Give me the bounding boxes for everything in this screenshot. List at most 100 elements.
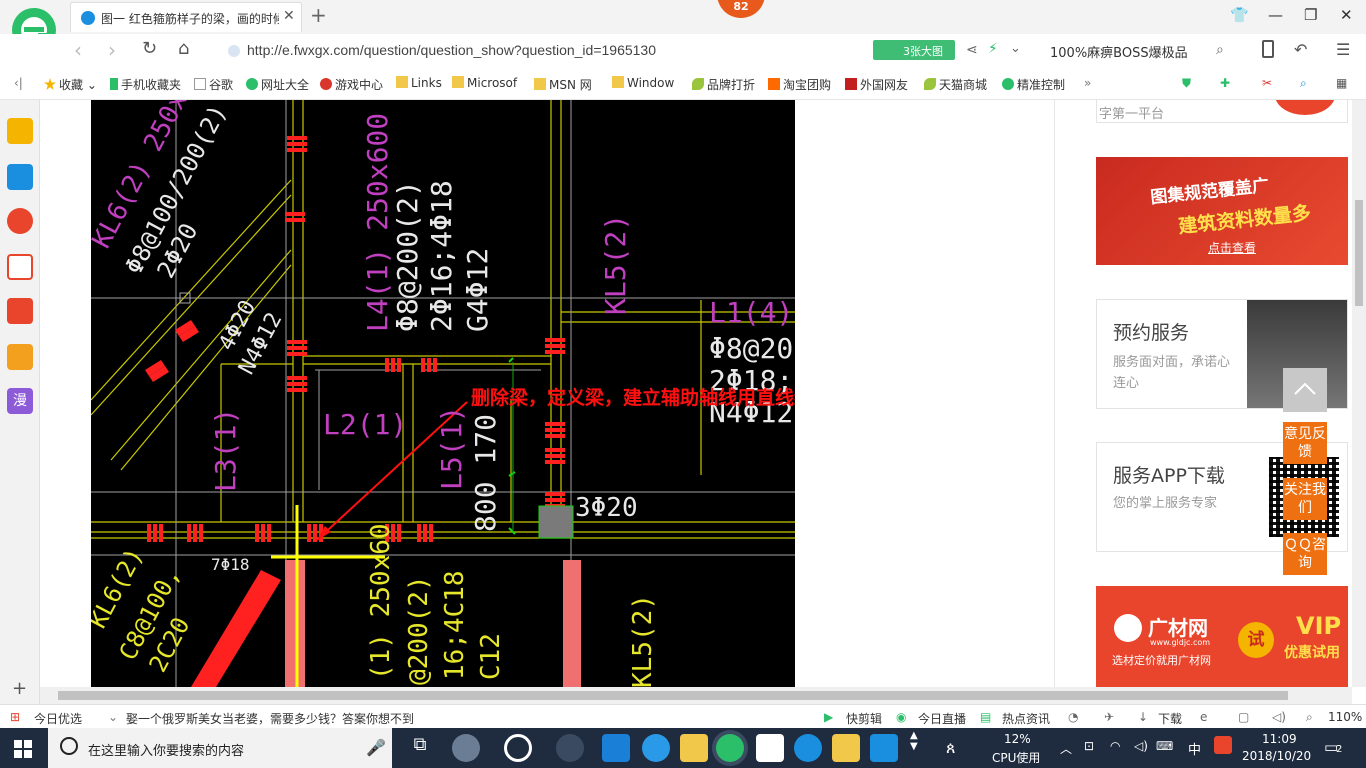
hot-news-icon[interactable]: ▤ <box>980 710 991 724</box>
undo-icon[interactable]: ↶ <box>1294 40 1307 59</box>
atlas-banner[interactable]: 图集规范覆盖广 建筑资料数量多 点击查看 <box>1096 157 1348 265</box>
favorites-star-icon[interactable] <box>7 118 33 144</box>
chevron-down-icon[interactable]: ⌄ <box>1010 41 1021 56</box>
ie-mode-icon[interactable]: e <box>1200 710 1207 724</box>
new-tab-icon[interactable]: + <box>310 3 327 27</box>
live-icon[interactable]: ◉ <box>896 710 906 724</box>
bookmark-item[interactable]: 淘宝团购 <box>768 76 831 93</box>
feedback-button[interactable]: 意见反馈 <box>1283 422 1327 464</box>
menu-icon[interactable]: ☰ <box>1336 40 1350 59</box>
skin-shirt-icon[interactable]: 👕 <box>1230 6 1249 24</box>
big-image-button[interactable]: 3张大图 <box>873 40 955 60</box>
news-ticker-link[interactable]: 娶一个俄罗斯美女当老婆，需要多少钱？答案你想不到 <box>126 710 414 727</box>
close-window-icon[interactable]: ✕ <box>1340 6 1353 24</box>
forward-icon[interactable]: › <box>108 38 116 62</box>
mail-icon[interactable] <box>7 254 33 280</box>
search-icon[interactable]: ⌕ <box>1216 42 1224 58</box>
mail-app-icon[interactable] <box>756 734 784 762</box>
mobile-icon[interactable] <box>1262 40 1274 58</box>
sogou-icon[interactable] <box>1214 736 1232 754</box>
bookmark-item[interactable]: 手机收藏夹 <box>110 76 181 93</box>
ime-indicator[interactable]: 中 <box>1188 739 1201 758</box>
news-icon[interactable] <box>7 164 33 190</box>
keyboard-icon[interactable]: ⌨ <box>1156 739 1173 753</box>
translate-icon[interactable]: ✚ <box>1220 76 1230 90</box>
scissors-icon[interactable]: ✂ <box>1262 76 1272 90</box>
vertical-scrollbar[interactable] <box>1352 100 1366 687</box>
chevron-down-icon[interactable]: ⌄ <box>108 710 118 724</box>
bookmark-item[interactable]: Microsof <box>452 76 517 90</box>
horizontal-scroll-thumb[interactable] <box>58 691 1288 700</box>
volume-icon[interactable]: ◁) <box>1134 739 1148 753</box>
horizontal-scrollbar[interactable] <box>40 687 1352 704</box>
notes-app-icon[interactable] <box>832 734 860 762</box>
tray-chevron-icon[interactable]: ︿ <box>1060 740 1072 757</box>
book-icon[interactable] <box>7 344 33 370</box>
share-icon[interactable]: ⋖ <box>966 42 978 58</box>
clip-icon[interactable]: ▶ <box>824 710 833 724</box>
internet-explorer-icon[interactable] <box>642 734 670 762</box>
bookmark-item[interactable]: 外国网友 <box>845 76 908 93</box>
bookmark-item[interactable]: Links <box>396 76 442 90</box>
gift-icon[interactable]: ⊞ <box>10 710 20 724</box>
minimize-icon[interactable]: — <box>1268 6 1283 24</box>
microphone-icon[interactable]: 🎤 <box>366 738 386 757</box>
bookmark-item[interactable]: Window <box>612 76 674 90</box>
file-explorer-icon[interactable] <box>680 734 708 762</box>
notification-badge[interactable]: 82 <box>717 0 765 18</box>
top-partial-card[interactable]: 字第一平台 <box>1096 100 1348 123</box>
follow-us-button[interactable]: 关注我们 <box>1283 478 1327 520</box>
bookmark-item[interactable]: 游戏中心 <box>320 76 383 93</box>
bookmark-item[interactable]: 谷歌 <box>194 76 233 93</box>
home-icon[interactable]: ⌂ <box>178 38 189 59</box>
download-link[interactable]: 下载 <box>1158 710 1182 727</box>
browser-e-icon[interactable] <box>504 734 532 762</box>
today-pick-link[interactable]: 今日优选 <box>34 710 82 727</box>
zoom-icon[interactable]: ⌕ <box>1306 710 1313 725</box>
taskbar-search[interactable]: 在这里输入你要搜索的内容 🎤 <box>48 728 392 768</box>
lightning-icon[interactable]: ⚡ <box>988 41 998 57</box>
network-icon[interactable]: ⊡ <box>1084 739 1094 753</box>
zoom-level[interactable]: 110% <box>1328 710 1362 724</box>
windows-start-icon[interactable] <box>14 740 32 758</box>
window-icon[interactable]: ▢ <box>1238 710 1249 724</box>
bookmark-item[interactable]: 精准控制 <box>1002 76 1065 93</box>
bookmark-item[interactable]: 品牌打折 <box>692 76 755 93</box>
cad-drawing-image[interactable]: KL6(2) 250x6 Φ8@100/200(2) 2Φ20 4Φ20 N4Φ… <box>91 100 795 687</box>
more-bookmarks-icon[interactable]: » <box>1084 76 1091 90</box>
zoom-icon[interactable]: ⌕ <box>1300 76 1307 91</box>
fan-app-icon[interactable] <box>452 734 480 762</box>
bookmark-item[interactable]: 网址大全 <box>246 76 309 93</box>
url-text[interactable]: http://e.fwxgx.com/question/question_sho… <box>247 42 656 58</box>
address-bar[interactable]: http://e.fwxgx.com/question/question_sho… <box>222 38 1021 64</box>
clock-date[interactable]: 2018/10/20 <box>1242 749 1311 763</box>
close-tab-icon[interactable]: ✕ <box>283 8 295 24</box>
overflow-scroll-icon[interactable]: ▲ ▼ <box>910 730 918 752</box>
shield-icon[interactable]: ⛊ <box>1182 76 1191 91</box>
weibo-icon[interactable] <box>7 208 33 234</box>
task-view-icon[interactable]: ⧉ <box>406 734 434 762</box>
apps-grid-icon[interactable]: ▦ <box>1336 76 1347 90</box>
download-icon[interactable]: ↓ <box>1138 710 1148 724</box>
comic-icon[interactable]: 漫 <box>7 388 33 414</box>
glodon-app-icon[interactable] <box>794 734 822 762</box>
pin-icon[interactable]: ✈ <box>1104 710 1114 724</box>
active-browser-icon[interactable] <box>716 734 744 762</box>
vertical-scroll-thumb[interactable] <box>1355 200 1363 306</box>
speed-icon[interactable]: ◔ <box>1068 710 1078 724</box>
people-icon[interactable]: ጰ <box>946 738 956 758</box>
audio-icon[interactable]: ◁) <box>1272 710 1286 724</box>
clock-time[interactable]: 11:09 <box>1262 732 1297 746</box>
qq-consult-button[interactable]: ＱＱ咨询 <box>1283 533 1327 575</box>
search-box-text[interactable]: 100%麻痹BOSS爆极品 <box>1050 42 1188 61</box>
back-icon[interactable]: ‹ <box>74 38 82 62</box>
collapse-bookmarks-icon[interactable]: ‹| <box>14 76 23 90</box>
refresh-icon[interactable]: ↻ <box>142 38 157 59</box>
add-icon[interactable]: + <box>12 678 27 699</box>
tool-app-icon[interactable] <box>870 734 898 762</box>
gldjc-banner[interactable]: 广材网 www.gldjc.com 选材定价就用广材网 试 VIP 优惠试用 <box>1096 586 1348 687</box>
notification-count[interactable]: 2 <box>1336 744 1342 755</box>
bookmark-item[interactable]: 收藏 ⌄ <box>44 76 97 93</box>
banner-cta[interactable]: 点击查看 <box>1208 239 1256 256</box>
spiral-app-icon[interactable] <box>556 734 584 762</box>
